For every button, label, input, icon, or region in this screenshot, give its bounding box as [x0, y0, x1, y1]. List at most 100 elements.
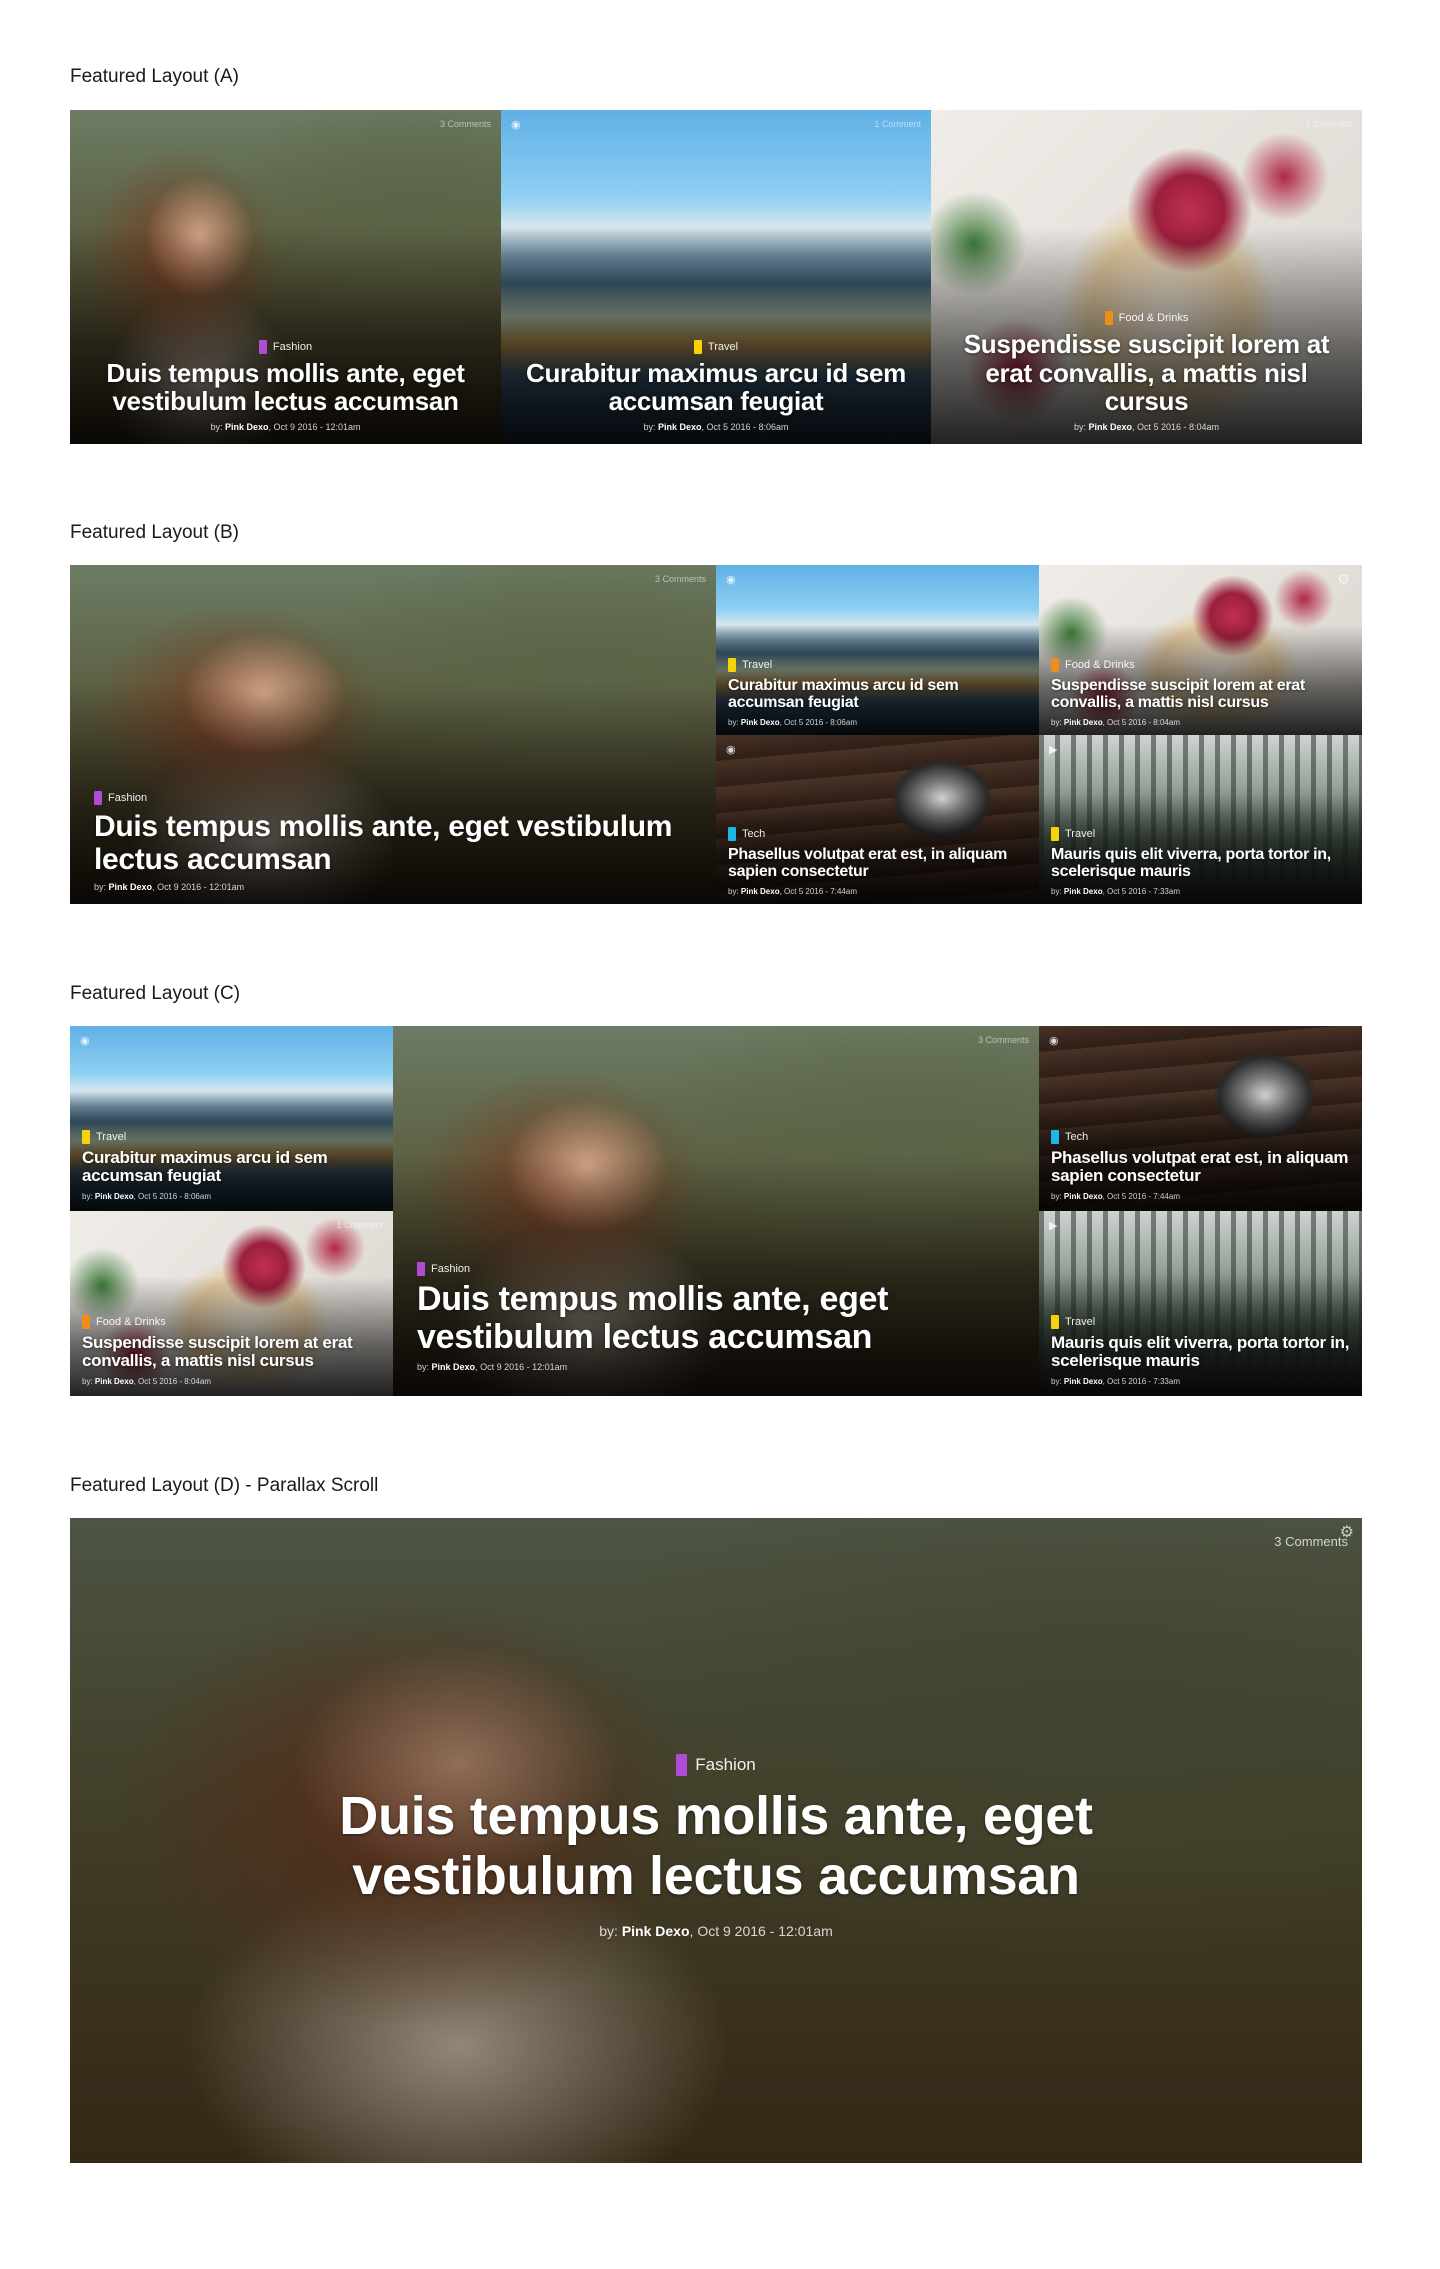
category-tag-icon	[1051, 826, 1059, 841]
section-title-layout-c: Featured Layout (C)	[70, 983, 241, 1004]
category-tag-icon	[728, 826, 736, 841]
post-byline: by: Pink Dexo, Oct 9 2016 - 12:01am	[417, 1362, 568, 1372]
post-title[interactable]: Mauris quis elit viverra, porta tortor i…	[1051, 1333, 1350, 1371]
category-tag-icon	[258, 339, 267, 354]
post-title[interactable]: Duis tempus mollis ante, eget vestibulum…	[417, 1281, 1015, 1356]
post-title[interactable]: Duis tempus mollis ante, eget vestibulum…	[70, 1786, 1362, 1907]
section-title-layout-b: Featured Layout (B)	[70, 522, 239, 543]
post-title[interactable]: Mauris quis elit viverra, porta tortor i…	[1051, 846, 1350, 881]
category-tag-icon	[728, 657, 736, 672]
featured-card-fashion-hero[interactable]: 3 Comments ⚙ Fashion Duis tempus mollis …	[70, 1518, 1362, 2163]
author-link[interactable]: Pink Dexo	[1064, 887, 1103, 896]
category-badge[interactable]: Food & Drinks	[1104, 311, 1188, 326]
comments-count[interactable]: 1 Comment	[1305, 119, 1352, 129]
author-link[interactable]: Pink Dexo	[622, 1923, 690, 1939]
featured-card-travel-forest[interactable]: ▶ Travel Mauris quis elit viverra, porta…	[1039, 1211, 1362, 1396]
featured-card-tech[interactable]: ◉ Tech Phasellus volutpat erat est, in a…	[716, 735, 1039, 904]
category-badge[interactable]: Travel	[728, 657, 772, 672]
category-badge[interactable]: Fashion	[676, 1754, 756, 1776]
category-badge[interactable]: Fashion	[417, 1262, 470, 1277]
post-title[interactable]: Curabitur maximus arcu id sem accumsan f…	[728, 677, 1027, 712]
post-title[interactable]: Phasellus volutpat erat est, in aliquam …	[728, 846, 1027, 881]
category-badge[interactable]: Travel	[1051, 1314, 1095, 1329]
featured-card-fashion[interactable]: 3 Comments Fashion Duis tempus mollis an…	[393, 1026, 1039, 1396]
post-byline: by: Pink Dexo, Oct 5 2016 - 8:04am	[1073, 422, 1220, 432]
comments-count[interactable]: 1 Comment	[336, 1220, 383, 1230]
category-badge[interactable]: Travel	[1051, 826, 1095, 841]
featured-card-tech[interactable]: ◉ Tech Phasellus volutpat erat est, in a…	[1039, 1026, 1362, 1211]
featured-card-fashion[interactable]: 3 Comments Fashion Duis tempus mollis an…	[70, 565, 716, 904]
video-icon: ▶	[1049, 744, 1058, 756]
gear-icon[interactable]: ⚙	[1340, 1522, 1354, 1542]
post-byline: by: Pink Dexo, Oct 5 2016 - 8:06am	[728, 718, 857, 727]
camera-icon: ◉	[80, 1035, 90, 1047]
post-title[interactable]: Suspendisse suscipit lorem at erat conva…	[1051, 677, 1350, 712]
category-tag-icon	[94, 791, 102, 805]
featured-layout-d-parallax: 3 Comments ⚙ Fashion Duis tempus mollis …	[70, 1518, 1362, 2163]
post-title[interactable]: Suspendisse suscipit lorem at erat conva…	[955, 330, 1338, 416]
post-title[interactable]: Phasellus volutpat erat est, in aliquam …	[1051, 1148, 1350, 1186]
post-title[interactable]: Duis tempus mollis ante, eget vestibulum…	[94, 810, 692, 876]
section-title-layout-a: Featured Layout (A)	[70, 66, 239, 87]
author-link[interactable]: Pink Dexo	[1088, 422, 1132, 432]
featured-card-travel[interactable]: ◉ Travel Curabitur maximus arcu id sem a…	[70, 1026, 393, 1211]
post-byline: by: Pink Dexo, Oct 5 2016 - 7:44am	[1051, 1192, 1180, 1201]
author-link[interactable]: Pink Dexo	[1064, 1377, 1103, 1386]
author-link[interactable]: Pink Dexo	[1064, 718, 1103, 727]
gear-icon[interactable]: ⚙	[1337, 571, 1350, 588]
category-tag-icon	[1104, 311, 1113, 326]
author-link[interactable]: Pink Dexo	[109, 882, 153, 892]
featured-card-food[interactable]: 1 Comment Food & Drinks Suspendisse susc…	[931, 110, 1362, 444]
camera-icon: ◉	[726, 744, 736, 756]
video-icon: ▶	[1049, 1220, 1058, 1232]
featured-layout-b: 3 Comments Fashion Duis tempus mollis an…	[70, 565, 1362, 904]
category-tag-icon	[82, 1314, 90, 1329]
comments-count[interactable]: 1 Comment	[874, 119, 921, 129]
comments-count[interactable]: 3 Comments	[978, 1035, 1029, 1045]
category-tag-icon	[1051, 1129, 1059, 1144]
post-byline: by: Pink Dexo, Oct 5 2016 - 8:04am	[82, 1377, 211, 1386]
author-link[interactable]: Pink Dexo	[1064, 1192, 1103, 1201]
post-byline: by: Pink Dexo, Oct 5 2016 - 8:06am	[643, 422, 789, 432]
camera-icon: ◉	[726, 574, 736, 586]
category-tag-icon	[417, 1262, 425, 1277]
author-link[interactable]: Pink Dexo	[225, 422, 269, 432]
category-badge[interactable]: Fashion	[258, 339, 312, 354]
camera-icon: ◉	[511, 119, 521, 131]
post-title[interactable]: Curabitur maximus arcu id sem accumsan f…	[82, 1148, 381, 1186]
featured-card-travel[interactable]: ◉ 1 Comment Travel Curabitur maximus arc…	[501, 110, 931, 444]
category-badge[interactable]: Food & Drinks	[1051, 657, 1135, 672]
post-title[interactable]: Curabitur maximus arcu id sem accumsan f…	[525, 358, 907, 416]
post-byline: by: Pink Dexo, Oct 5 2016 - 7:33am	[1051, 887, 1180, 896]
featured-card-travel[interactable]: ◉ Travel Curabitur maximus arcu id sem a…	[716, 565, 1039, 735]
author-link[interactable]: Pink Dexo	[95, 1377, 134, 1386]
category-badge[interactable]: Tech	[1051, 1129, 1088, 1144]
featured-card-travel-forest[interactable]: ▶ Travel Mauris quis elit viverra, porta…	[1039, 735, 1362, 904]
comments-count[interactable]: 3 Comments	[1274, 1534, 1348, 1549]
post-byline: by: Pink Dexo, Oct 5 2016 - 7:44am	[728, 887, 857, 896]
author-link[interactable]: Pink Dexo	[95, 1192, 134, 1201]
author-link[interactable]: Pink Dexo	[658, 422, 702, 432]
featured-card-food[interactable]: ⚙ Food & Drinks Suspendisse suscipit lor…	[1039, 565, 1362, 735]
comments-count[interactable]: 3 Comments	[440, 119, 491, 129]
category-badge[interactable]: Fashion	[94, 791, 147, 805]
author-link[interactable]: Pink Dexo	[741, 718, 780, 727]
category-tag-icon	[1051, 1314, 1059, 1329]
post-title[interactable]: Duis tempus mollis ante, eget vestibulum…	[94, 358, 477, 416]
comments-count[interactable]: 3 Comments	[655, 574, 706, 584]
post-byline: by: Pink Dexo, Oct 5 2016 - 8:06am	[82, 1192, 211, 1201]
featured-card-fashion[interactable]: 3 Comments Fashion Duis tempus mollis an…	[70, 110, 501, 444]
section-title-layout-d: Featured Layout (D) - Parallax Scroll	[70, 1475, 379, 1496]
author-link[interactable]: Pink Dexo	[741, 887, 780, 896]
category-badge[interactable]: Food & Drinks	[82, 1314, 166, 1329]
author-link[interactable]: Pink Dexo	[432, 1362, 476, 1372]
featured-card-food[interactable]: 1 Comment Food & Drinks Suspendisse susc…	[70, 1211, 393, 1396]
category-badge[interactable]: Tech	[728, 826, 765, 841]
featured-layout-a: 3 Comments Fashion Duis tempus mollis an…	[70, 110, 1362, 444]
category-tag-icon	[1051, 657, 1059, 672]
post-byline: by: Pink Dexo, Oct 9 2016 - 12:01am	[599, 1922, 833, 1939]
post-title[interactable]: Suspendisse suscipit lorem at erat conva…	[82, 1333, 381, 1371]
category-badge[interactable]: Travel	[693, 339, 738, 354]
featured-layout-c: ◉ Travel Curabitur maximus arcu id sem a…	[70, 1026, 1362, 1396]
category-badge[interactable]: Travel	[82, 1129, 126, 1144]
